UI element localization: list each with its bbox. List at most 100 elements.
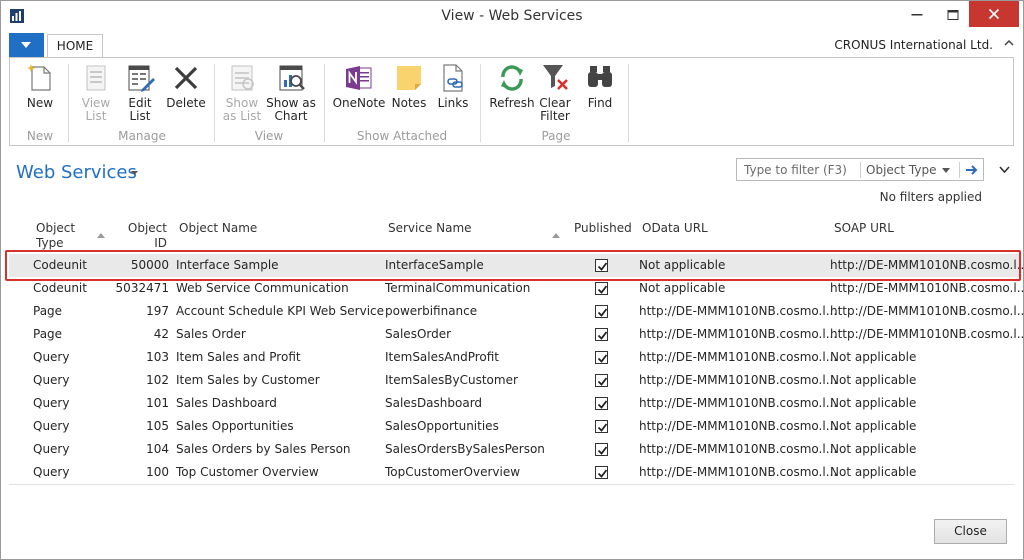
ribbon-collapse-icon[interactable] [1004,39,1014,46]
cell-service[interactable]: SalesDashboard [385,396,482,410]
cell-service[interactable]: SalesOrdersBySalesPerson [385,442,545,456]
page-title[interactable]: Web Services [16,162,137,183]
cell-type[interactable]: Query [33,373,69,387]
close-window-button[interactable] [969,1,1019,27]
cell-name[interactable]: Item Sales and Profit [176,350,301,364]
column-header-object-name[interactable]: Object Name [179,221,257,236]
cell-id[interactable]: 104 [109,442,169,456]
show-as-chart-button[interactable]: Show as Chart [266,62,316,123]
published-checkbox[interactable] [595,420,608,433]
chevron-down-icon[interactable] [999,166,1010,173]
cell-name[interactable]: Sales Opportunities [176,419,294,433]
cell-name[interactable]: Sales Dashboard [176,396,277,410]
cell-soap[interactable]: Not applicable [830,373,916,387]
published-checkbox[interactable] [595,397,608,410]
view-list-button[interactable]: View List [76,62,116,123]
notes-button[interactable]: Notes [390,62,428,110]
cell-soap[interactable]: Not applicable [830,442,916,456]
published-checkbox[interactable] [595,351,608,364]
column-header-service-name[interactable]: Service Name [388,221,472,236]
table-row[interactable]: Query 100 Top Customer Overview TopCustomer… [9,461,1022,484]
cell-id[interactable]: 105 [109,419,169,433]
cell-odata[interactable]: http://DE-MMM1010NB.cosmo.l... [639,396,837,410]
cell-id[interactable]: 5032471 [109,281,169,295]
cell-service[interactable]: SalesOrder [385,327,451,341]
cell-service[interactable]: powerbifinance [385,304,477,318]
cell-type[interactable]: Query [33,396,69,410]
cell-service[interactable]: TerminalCommunication [385,281,530,295]
cell-type[interactable]: Page [33,327,62,341]
column-header-published[interactable]: Published [574,221,632,236]
cell-name[interactable]: Web Service Communication [176,281,349,295]
cell-service[interactable]: TopCustomerOverview [385,465,520,479]
minimize-button[interactable] [900,3,934,27]
published-checkbox[interactable] [595,443,608,456]
company-name[interactable]: CRONUS International Ltd. [834,38,993,52]
table-row[interactable]: Query 102 Item Sales by Customer ItemSalesB… [9,369,1022,392]
table-row[interactable]: Query 103 Item Sales and Profit ItemSalesAn… [9,346,1022,369]
column-header-object-id[interactable]: Object ID [121,221,167,251]
cell-id[interactable]: 197 [109,304,169,318]
cell-id[interactable]: 103 [109,350,169,364]
cell-soap[interactable]: http://DE-MMM1010NB.cosmo.l... [830,327,1024,341]
cell-soap[interactable]: Not applicable [830,419,916,433]
maximize-button[interactable] [936,3,970,27]
cell-odata[interactable]: Not applicable [639,281,725,295]
cell-type[interactable]: Query [33,350,69,364]
published-checkbox[interactable] [595,374,608,387]
cell-odata[interactable]: http://DE-MMM1010NB.cosmo.l... [639,327,837,341]
clear-filter-button[interactable]: Clear Filter [538,62,572,123]
delete-button[interactable]: Delete [164,62,208,110]
cell-odata[interactable]: http://DE-MMM1010NB.cosmo.l... [639,442,837,456]
cell-type[interactable]: Query [33,419,69,433]
show-as-list-button[interactable]: Show as List [222,62,262,123]
dropdown-arrow-icon[interactable] [942,168,950,173]
cell-type[interactable]: Codeunit [33,281,87,295]
cell-id[interactable]: 101 [109,396,169,410]
table-row[interactable]: Query 101 Sales Dashboard SalesDashboard htt… [9,392,1022,415]
filter-search-input[interactable]: Type to filter (F3) [744,163,847,177]
published-checkbox[interactable] [595,328,608,341]
cell-name[interactable]: Account Schedule KPI Web Service [176,304,384,318]
refresh-button[interactable]: Refresh [488,62,536,110]
cell-type[interactable]: Query [33,465,69,479]
column-header-object-type[interactable]: Object Type [36,221,75,251]
links-button[interactable]: Links [434,62,472,110]
cell-odata[interactable]: http://DE-MMM1010NB.cosmo.l... [639,419,837,433]
edit-list-button[interactable]: Edit List [120,62,160,123]
cell-id[interactable]: 102 [109,373,169,387]
application-menu-button[interactable] [9,33,44,57]
cell-service[interactable]: ItemSalesAndProfit [385,350,499,364]
cell-service[interactable]: SalesOpportunities [385,419,499,433]
cell-soap[interactable]: http://DE-MMM1010NB.cosmo.l... [830,281,1024,295]
cell-name[interactable]: Sales Orders by Sales Person [176,442,351,456]
cell-type[interactable]: Page [33,304,62,318]
cell-odata[interactable]: http://DE-MMM1010NB.cosmo.l... [639,373,837,387]
arrow-right-icon[interactable] [965,164,979,176]
cell-odata[interactable]: http://DE-MMM1010NB.cosmo.l... [639,350,837,364]
find-button[interactable]: Find [580,62,620,110]
published-checkbox[interactable] [595,305,608,318]
close-button[interactable]: Close [934,519,1007,544]
onenote-button[interactable]: OneNote [332,62,386,110]
cell-soap[interactable]: Not applicable [830,396,916,410]
table-row[interactable]: Query 104 Sales Orders by Sales Person Sale… [9,438,1022,461]
published-checkbox[interactable] [595,282,608,295]
cell-odata[interactable]: http://DE-MMM1010NB.cosmo.l... [639,465,837,479]
cell-odata[interactable]: http://DE-MMM1010NB.cosmo.l... [639,304,837,318]
cell-soap[interactable]: Not applicable [830,350,916,364]
cell-id[interactable]: 100 [109,465,169,479]
cell-type[interactable]: Query [33,442,69,456]
cell-name[interactable]: Top Customer Overview [176,465,319,479]
table-row[interactable]: Query 105 Sales Opportunities SalesOpportun… [9,415,1022,438]
cell-soap[interactable]: Not applicable [830,465,916,479]
column-header-odata-url[interactable]: OData URL [642,221,708,236]
cell-service[interactable]: ItemSalesByCustomer [385,373,518,387]
tab-home[interactable]: HOME [47,34,103,59]
cell-name[interactable]: Sales Order [176,327,246,341]
caret-down-icon[interactable] [131,171,138,175]
column-header-soap-url[interactable]: SOAP URL [834,221,894,236]
published-checkbox[interactable] [595,466,608,479]
cell-soap[interactable]: http://DE-MMM1010NB.cosmo.l... [830,304,1024,318]
new-button[interactable]: New [20,62,60,110]
